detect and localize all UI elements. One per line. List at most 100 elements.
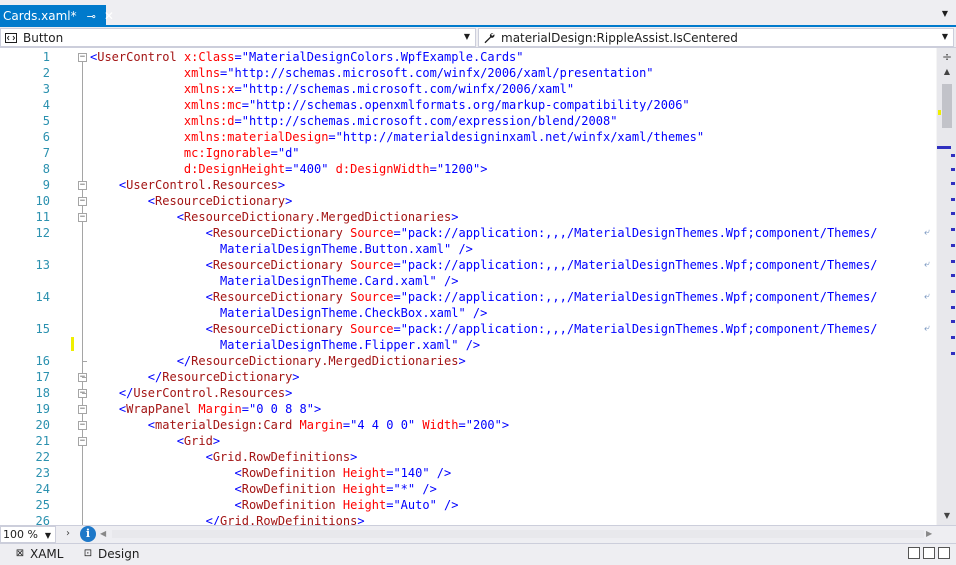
line-number: 5 (42, 114, 50, 128)
code-line[interactable]: 10 − <ResourceDictionary> (0, 193, 936, 209)
code-token: /> (429, 466, 452, 480)
close-icon[interactable]: ✕ (104, 9, 114, 23)
code-line[interactable]: 13 <ResourceDictionary Source="pack://ap… (0, 257, 936, 273)
collapse-toggle-icon[interactable]: − (78, 197, 87, 206)
code-line[interactable]: 2 xmlns="http://schemas.microsoft.com/wi… (0, 65, 936, 81)
code-text: </ResourceDictionary.MergedDictionaries> (90, 353, 466, 369)
code-line[interactable]: 4 xmlns:mc="http://schemas.openxmlformat… (0, 97, 936, 113)
map-marker (951, 244, 955, 247)
code-line[interactable]: MaterialDesignTheme.Card.xaml" /> (0, 273, 936, 289)
code-token: </ (90, 370, 163, 384)
code-line[interactable]: 26 </Grid.RowDefinitions> (0, 513, 936, 525)
code-token: Grid.RowDefinitions (212, 450, 351, 464)
zoom-level-dropdown[interactable]: 100 % ▼ (0, 526, 56, 543)
map-marker (951, 228, 955, 231)
code-token: > (357, 514, 365, 525)
code-text: d:DesignHeight="400" d:DesignWidth="1200… (90, 161, 488, 177)
code-line[interactable]: 1 − <UserControl x:Class="MaterialDesignCo… (0, 49, 936, 65)
line-number: 26 (35, 514, 50, 525)
member-selector-value: materialDesign:RippleAssist.IsCentered (501, 30, 738, 45)
map-marker (937, 146, 951, 149)
tab-xaml[interactable]: ⊠ XAML (14, 545, 64, 563)
code-token: < (90, 498, 242, 512)
line-number: 19 (35, 402, 50, 416)
code-line[interactable]: 5 xmlns:d="http://schemas.microsoft.com/… (0, 113, 936, 129)
chevron-right-icon[interactable]: › (66, 528, 76, 540)
code-line[interactable]: 25 <RowDefinition Height="Auto" /> (0, 497, 936, 513)
code-line[interactable]: 22 <Grid.RowDefinitions> (0, 449, 936, 465)
code-token: Grid.RowDefinitions (220, 514, 358, 525)
element-selector-dropdown[interactable]: Button ▼ (0, 28, 476, 47)
tab-design[interactable]: ⊡ Design (82, 545, 140, 563)
code-line[interactable]: 20 − <materialDesign:Card Margin = "4 4 0 0… (0, 417, 936, 433)
chevron-down-icon[interactable]: ▼ (941, 33, 949, 41)
code-text: </ResourceDictionary> (90, 369, 300, 385)
code-line[interactable]: 15 <ResourceDictionary Source="pack://ap… (0, 321, 936, 337)
code-line[interactable]: 9 − <UserControl.Resources> (0, 177, 936, 193)
code-text: MaterialDesignTheme.Flipper.xaml" /> (90, 337, 480, 353)
code-line[interactable]: 12 <ResourceDictionary Source="pack://ap… (0, 225, 936, 241)
code-token: RowDefinition (241, 482, 336, 496)
scroll-left-arrow-icon[interactable]: ◀ (100, 528, 110, 540)
map-marker (951, 336, 955, 339)
code-line[interactable]: MaterialDesignTheme.Button.xaml" /> (0, 241, 936, 257)
member-selector-dropdown[interactable]: materialDesign:RippleAssist.IsCentered ▼ (478, 28, 954, 47)
collapse-toggle-icon[interactable]: − (78, 181, 87, 190)
vertical-scrollbar[interactable]: ÷ ▲ ▼ (936, 48, 956, 525)
line-number: 4 (42, 98, 50, 112)
collapse-toggle-icon[interactable]: − (78, 421, 87, 430)
scroll-up-arrow-icon[interactable]: ▲ (941, 67, 953, 77)
code-text: <ResourceDictionary> (90, 193, 293, 209)
code-token: Source (342, 258, 394, 272)
scroll-right-arrow-icon[interactable]: ▶ (926, 528, 936, 540)
collapse-toggle-icon[interactable]: − (78, 405, 87, 414)
scrollbar-thumb[interactable] (942, 84, 952, 128)
info-icon[interactable]: i (80, 526, 96, 542)
code-line[interactable]: 16 </ResourceDictionary.MergedDictionari… (0, 353, 936, 369)
code-line[interactable]: 23 <RowDefinition Height="140" /> (0, 465, 936, 481)
code-line[interactable]: 18− </UserControl.Resources> (0, 385, 936, 401)
code-token: < (90, 290, 213, 304)
code-line[interactable]: 11 − <ResourceDictionary.MergedDictionari… (0, 209, 936, 225)
code-line[interactable]: 19 − <WrapPanel Margin="0 0 8 8"> (0, 401, 936, 417)
code-line[interactable]: 21 − <Grid> (0, 433, 936, 449)
code-line[interactable]: 14 <ResourceDictionary Source="pack://ap… (0, 289, 936, 305)
code-token: "http://schemas.microsoft.com/winfx/2006… (227, 66, 654, 80)
chevron-down-icon[interactable]: ▼ (463, 33, 471, 41)
navigation-bar: Button ▼ materialDesign:RippleAssist.IsC… (0, 27, 956, 48)
code-text: <Grid.RowDefinitions> (90, 449, 358, 465)
vertical-split-icon[interactable] (908, 547, 920, 559)
code-line[interactable]: MaterialDesignTheme.CheckBox.xaml" /> (0, 305, 936, 321)
code-text: xmlns="http://schemas.microsoft.com/winf… (90, 65, 654, 81)
line-number: 2 (42, 66, 50, 80)
code-line[interactable]: 24 <RowDefinition Height="*" /> (0, 481, 936, 497)
code-token: = (393, 226, 401, 240)
code-line[interactable]: 8 d:DesignHeight="400" d:DesignWidth="12… (0, 161, 936, 177)
horizontal-scrollbar[interactable] (112, 530, 924, 538)
collapse-toggle-icon[interactable]: − (78, 437, 87, 446)
code-line[interactable]: MaterialDesignTheme.Flipper.xaml" /> (0, 337, 936, 353)
split-window-icon[interactable]: ÷ (939, 50, 955, 64)
scroll-down-arrow-icon[interactable]: ▼ (941, 511, 953, 521)
collapse-toggle-icon[interactable]: − (78, 213, 87, 222)
chevron-down-icon[interactable]: ▼ (45, 531, 51, 540)
tab-list-dropdown-icon[interactable]: ▼ (940, 9, 950, 19)
map-marker (951, 260, 955, 263)
code-token: ResourceDictionary (162, 370, 293, 384)
code-text: <materialDesign:Card Margin = "4 4 0 0" Wi… (90, 417, 509, 433)
tab-cards-xaml[interactable]: Cards.xaml* ⊸ ✕ (0, 5, 114, 27)
word-wrap-glyph-icon: ⤶ (924, 259, 930, 270)
code-token: "400" (292, 162, 329, 176)
code-token: = (234, 114, 242, 128)
code-line[interactable]: 7 mc:Ignorable="d" (0, 145, 936, 161)
pin-icon[interactable]: ⊸ (87, 10, 96, 23)
code-editor[interactable]: 1− <UserControl x:Class="MaterialDesignCo… (0, 48, 936, 525)
code-line[interactable]: 6 xmlns:materialDesign="http://materiald… (0, 129, 936, 145)
collapse-toggle-icon[interactable]: − (78, 53, 87, 62)
horizontal-split-icon[interactable] (923, 547, 935, 559)
code-line[interactable]: 3 xmlns:x="http://schemas.microsoft.com/… (0, 81, 936, 97)
code-token: /> (436, 498, 459, 512)
collapse-pane-icon[interactable] (938, 547, 950, 559)
map-marker (951, 154, 955, 157)
code-line[interactable]: 17− </ResourceDictionary> (0, 369, 936, 385)
